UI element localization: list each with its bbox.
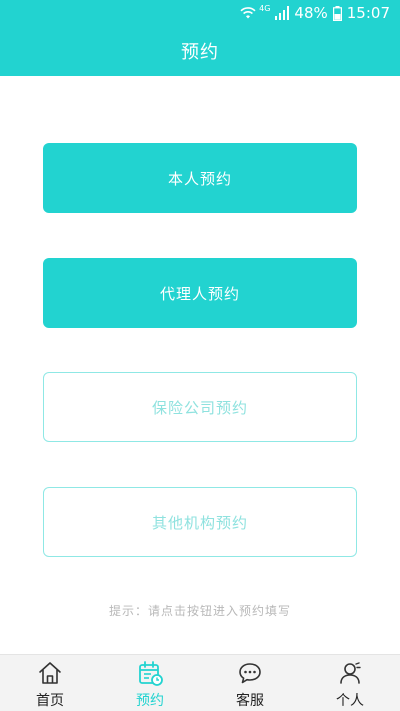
page-title: 预约 [181,42,219,63]
battery-percent: 48% [294,4,328,22]
agent-appointment-button[interactable]: 代理人预约 [43,258,357,328]
battery-icon [332,5,342,21]
chat-icon [239,663,261,684]
bottom-tab-bar: 首页 预约 客服 个人 [0,654,400,711]
hint-text: 提示：请点击按钮进入预约填写 [108,604,291,618]
insurer-appointment-button[interactable]: 保险公司预约 [43,372,357,442]
self-appointment-button[interactable]: 本人预约 [43,143,357,213]
wifi-icon [240,7,256,19]
app-header: 4G 48% 15:07 预约 [0,0,400,76]
signal-icon [275,6,290,20]
clock: 15:07 [346,4,390,22]
tab-profile[interactable]: 个人 [300,655,400,711]
network-type-label: 4G [259,3,271,13]
user-icon [340,662,361,684]
home-icon [39,662,61,684]
calendar-icon [139,661,163,686]
tab-home-label: 首页 [36,693,64,709]
tab-profile-label: 个人 [336,693,364,709]
status-bar: 4G 48% 15:07 [0,0,400,26]
status-icons: 4G 48% 15:07 [240,4,390,22]
tab-appointment[interactable]: 预约 [100,655,200,711]
tab-home[interactable]: 首页 [0,655,100,711]
tab-customer-service-label: 客服 [236,693,264,709]
other-institution-appointment-button[interactable]: 其他机构预约 [43,487,357,557]
tab-appointment-label: 预约 [136,693,164,709]
tab-customer-service[interactable]: 客服 [200,655,300,711]
